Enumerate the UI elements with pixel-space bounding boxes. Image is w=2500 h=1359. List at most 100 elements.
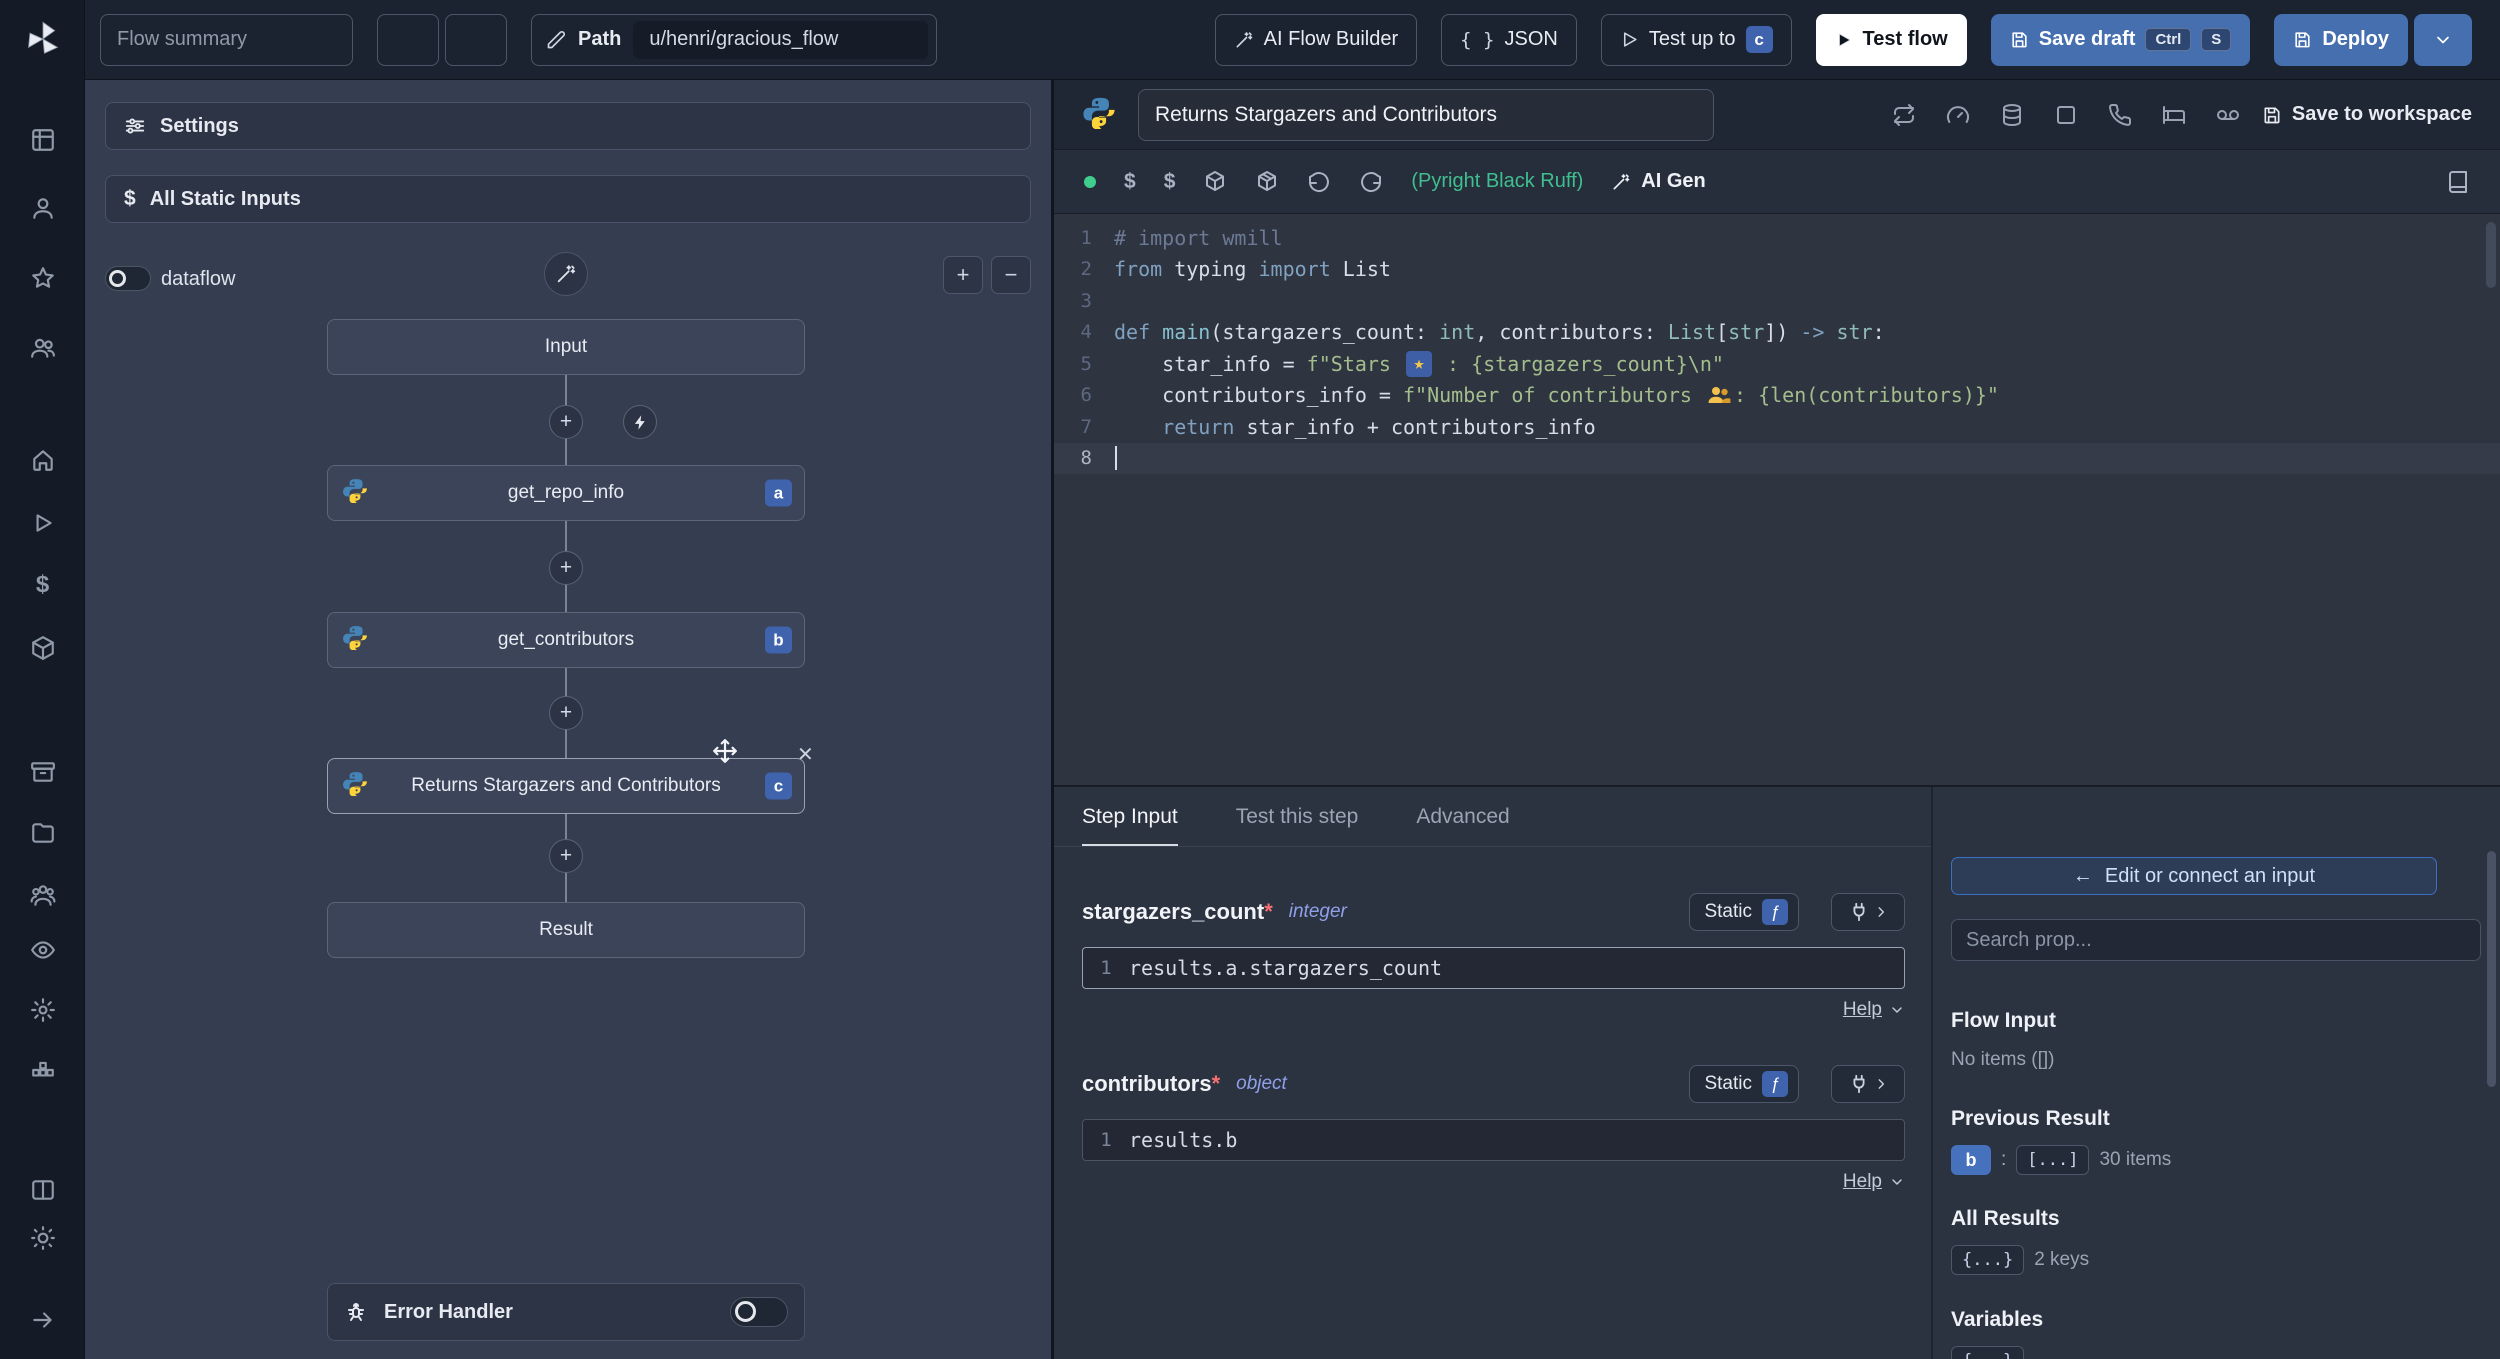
windmill-logo[interactable] <box>0 16 85 62</box>
code-line[interactable]: 6 contributors_info = f"Number of contri… <box>1054 380 2500 412</box>
step-title-input[interactable] <box>1138 88 1714 141</box>
package-icon[interactable] <box>1255 170 1279 194</box>
groups-icon[interactable] <box>0 875 85 915</box>
gauge-icon[interactable] <box>1946 103 1970 127</box>
retry-cycle-icon[interactable] <box>1892 103 1916 127</box>
expression-input[interactable]: 1 results.a.stargazers_count <box>1082 947 1905 989</box>
auto-layout-wand-button[interactable] <box>544 252 588 296</box>
step-node-b[interactable]: get_contributors b <box>327 612 805 668</box>
error-handler-toggle[interactable] <box>730 1297 788 1327</box>
zoom-in-button[interactable]: + <box>943 256 983 294</box>
chevron-down-icon[interactable] <box>1889 1174 1905 1190</box>
add-step-button[interactable]: + <box>549 839 583 873</box>
collapsed-object-badge[interactable]: {...} <box>1951 1346 2025 1359</box>
library-book-icon[interactable] <box>2446 170 2470 194</box>
deploy-more-button[interactable] <box>2414 13 2472 66</box>
error-handler-node[interactable]: Error Handler <box>327 1283 805 1341</box>
code-line[interactable]: 1 # import wmill <box>1054 222 2500 254</box>
variables-dollar-icon[interactable]: $ <box>0 565 85 605</box>
add-step-button[interactable]: + <box>549 405 583 439</box>
code-editor[interactable]: 1 # import wmill 2 from typing import List 3… <box>1054 214 2500 785</box>
cache-database-icon[interactable] <box>2000 103 2024 127</box>
ai-flow-builder-button[interactable]: AI Flow Builder <box>1214 13 1418 66</box>
search-prop-input[interactable] <box>1951 919 2481 961</box>
workers-containers-icon[interactable] <box>0 1050 85 1090</box>
insert-variable-icon[interactable]: $ <box>1124 170 1136 194</box>
chevron-down-icon[interactable] <box>1889 1002 1905 1018</box>
sleep-bed-icon[interactable] <box>2162 103 2186 127</box>
ai-gen-button[interactable]: AI Gen <box>1611 170 1706 193</box>
folders-icon[interactable] <box>0 813 85 853</box>
expression-line-number: 1 <box>1100 957 1112 979</box>
code-line[interactable]: 5 star_info = f"Stars ★ : {stargazers_co… <box>1054 348 2500 380</box>
delete-step-icon[interactable]: ✕ <box>797 742 814 767</box>
tab-test-this-step[interactable]: Test this step <box>1236 787 1359 846</box>
theme-sun-icon[interactable] <box>0 1218 85 1258</box>
save-draft-button[interactable]: Save draft Ctrl S <box>1990 13 2251 66</box>
code-line[interactable]: 7 return star_info + contributors_info <box>1054 411 2500 443</box>
redo-button[interactable] <box>445 13 507 66</box>
phone-icon[interactable] <box>2108 103 2132 127</box>
code-scrollbar-thumb[interactable] <box>2486 222 2496 288</box>
path-editor[interactable]: Path u/henri/gracious_flow <box>531 13 938 66</box>
apps-grid-icon[interactable] <box>0 120 85 160</box>
expression-input[interactable]: 1 results.b <box>1082 1119 1905 1161</box>
audit-eye-icon[interactable] <box>0 930 85 970</box>
collapsed-array-badge[interactable]: [...] <box>2016 1145 2090 1175</box>
undo-rotate-icon[interactable] <box>1307 170 1331 194</box>
flow-summary-input[interactable]: Flow summary <box>100 13 353 66</box>
help-link[interactable]: Help <box>1843 1171 1882 1193</box>
help-link[interactable]: Help <box>1843 999 1882 1021</box>
pane-resize-handle[interactable] <box>1051 80 1054 1359</box>
static-mode-label: Static <box>1704 1073 1752 1094</box>
edit-or-connect-input-button[interactable]: ← Edit or connect an input <box>1951 857 2437 895</box>
test-up-to-button[interactable]: Test up to c <box>1600 13 1792 66</box>
reload-rotate-icon[interactable] <box>1359 170 1383 194</box>
connect-input-button[interactable] <box>1831 1065 1905 1103</box>
static-mode-toggle[interactable]: Static ƒ <box>1689 1065 1799 1103</box>
collapsed-object-badge[interactable]: {...} <box>1951 1245 2025 1275</box>
resources-cube-icon[interactable] <box>0 628 85 668</box>
connect-input-button[interactable] <box>1831 893 1905 931</box>
add-step-button[interactable]: + <box>549 551 583 585</box>
expand-sidebar-arrow-icon[interactable] <box>0 1300 85 1340</box>
add-trigger-bolt-button[interactable] <box>623 405 657 439</box>
users-icon[interactable] <box>0 328 85 368</box>
dataflow-toggle[interactable] <box>105 266 151 291</box>
tab-advanced[interactable]: Advanced <box>1416 787 1509 846</box>
flow-settings-button[interactable]: Settings <box>105 102 1031 150</box>
props-scrollbar-thumb[interactable] <box>2487 851 2496 1087</box>
add-step-button[interactable]: + <box>549 696 583 730</box>
expression-value: results.b <box>1129 1128 1238 1152</box>
previous-result-step-badge[interactable]: b <box>1951 1145 1991 1175</box>
save-to-workspace-button[interactable]: Save to workspace <box>2262 103 2472 126</box>
package-icon[interactable] <box>1203 170 1227 194</box>
test-flow-button[interactable]: Test flow <box>1815 13 1967 66</box>
all-static-inputs-button[interactable]: $ All Static Inputs <box>105 175 1031 223</box>
lint-assistants-label[interactable]: (Pyright Black Ruff) <box>1411 170 1583 193</box>
home-icon[interactable] <box>0 440 85 480</box>
step-node-a[interactable]: get_repo_info a <box>327 465 805 521</box>
tab-step-input[interactable]: Step Input <box>1082 787 1178 846</box>
json-button[interactable]: { } JSON <box>1441 13 1577 66</box>
deploy-button[interactable]: Deploy <box>2274 13 2408 66</box>
code-line[interactable]: 3 <box>1054 285 2500 317</box>
square-icon[interactable] <box>2054 103 2078 127</box>
favorites-star-icon[interactable] <box>0 258 85 298</box>
input-node[interactable]: Input <box>327 319 805 375</box>
zoom-out-button[interactable]: − <box>991 256 1031 294</box>
code-line[interactable]: 2 from typing import List <box>1054 254 2500 286</box>
path-value[interactable]: u/henri/gracious_flow <box>633 20 929 59</box>
insert-resource-icon[interactable]: $ <box>1164 170 1176 194</box>
code-line[interactable]: 4 def main (stargazers_count: int, contrib… <box>1054 317 2500 349</box>
static-mode-toggle[interactable]: Static ƒ <box>1689 893 1799 931</box>
settings-gear-icon[interactable] <box>0 990 85 1030</box>
undo-button[interactable] <box>377 13 439 66</box>
layout-columns-icon[interactable] <box>0 1170 85 1210</box>
code-line[interactable]: 8 <box>1054 442 2500 474</box>
runs-play-icon[interactable] <box>0 503 85 543</box>
archive-icon[interactable] <box>0 752 85 792</box>
user-icon[interactable] <box>0 188 85 228</box>
voicemail-icon[interactable] <box>2216 103 2240 127</box>
result-node[interactable]: Result <box>327 902 805 958</box>
